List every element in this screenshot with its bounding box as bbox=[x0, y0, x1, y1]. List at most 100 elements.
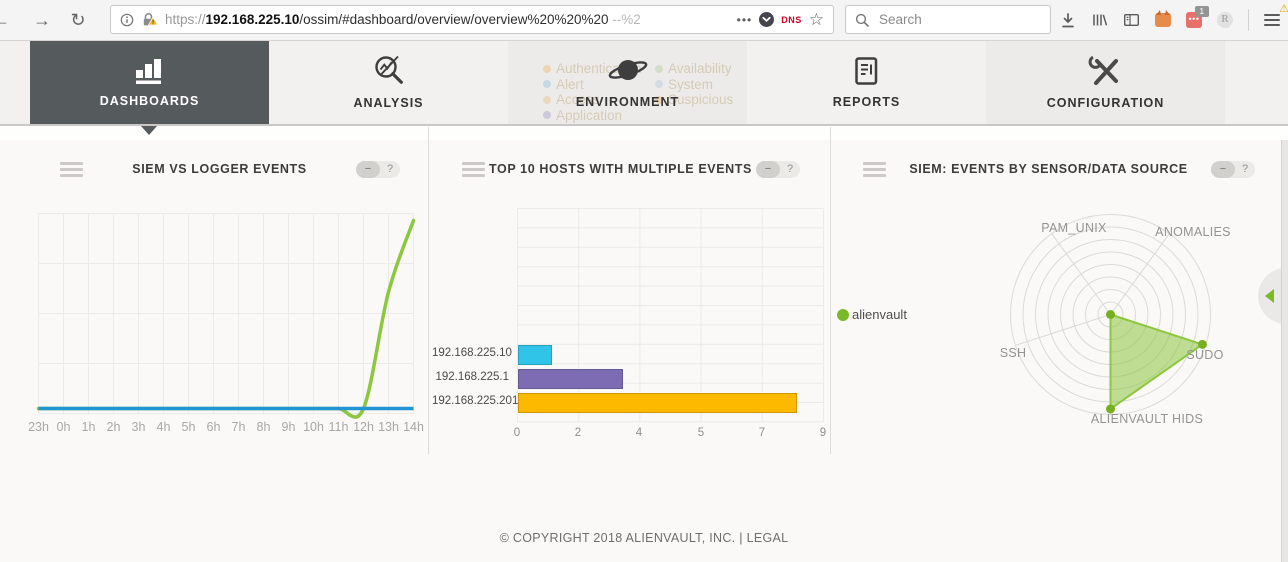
search-icon bbox=[855, 13, 869, 27]
x-tick: 2 bbox=[574, 427, 582, 439]
panel-title: SIEM VS LOGGER EVENTS bbox=[132, 162, 307, 176]
help-button[interactable]: ? bbox=[1235, 163, 1255, 175]
tab-label: DASHBOARDS bbox=[99, 94, 200, 108]
x-tick: 0 bbox=[513, 427, 521, 439]
panel-header: SIEM VS LOGGER EVENTS − ? bbox=[30, 154, 426, 184]
radar-axis-label: ANOMALIES bbox=[1155, 225, 1231, 239]
panel-top-hosts: TOP 10 HOSTS WITH MULTIPLE EVENTS − ? 19… bbox=[432, 140, 826, 470]
legend-dot bbox=[837, 308, 849, 321]
radar-chart bbox=[1010, 214, 1211, 415]
url-suffix: --%2 bbox=[608, 12, 641, 27]
tab-analysis[interactable]: ANALYSIS bbox=[269, 40, 508, 124]
report-document-icon bbox=[855, 56, 878, 85]
main-nav: DASHBOARDS ANALYSIS ENVIRONMENT REPORTS … bbox=[0, 40, 1288, 126]
toolbar-icons: ••• 1 R ⚠ bbox=[1060, 0, 1288, 40]
saturn-planet-icon bbox=[608, 60, 647, 80]
bar-host-3 bbox=[518, 393, 797, 413]
download-icon[interactable] bbox=[1060, 12, 1076, 29]
library-icon[interactable] bbox=[1091, 12, 1108, 28]
tab-label: CONFIGURATION bbox=[1046, 96, 1165, 110]
url-scheme: https:// bbox=[165, 12, 206, 27]
red-extension-icon[interactable]: ••• 1 bbox=[1186, 6, 1209, 28]
tab-configuration[interactable]: CONFIGURATION bbox=[986, 40, 1225, 124]
copyright-text: © COPYRIGHT 2018 ALIENVAULT, INC. bbox=[499, 531, 736, 545]
minimize-button[interactable]: − bbox=[356, 160, 380, 178]
tab-label: ANALYSIS bbox=[353, 96, 424, 110]
line-chart bbox=[36, 213, 416, 419]
bar-host-1 bbox=[518, 345, 552, 365]
panel-controls: − ? bbox=[756, 160, 800, 178]
bar-host-2 bbox=[518, 369, 624, 389]
minimize-button[interactable]: − bbox=[756, 160, 780, 178]
pocket-icon[interactable] bbox=[759, 12, 775, 27]
browser-toolbar: ← → ↻ ⌂ https://192.168.225.10/ossim/#da… bbox=[0, 0, 1288, 41]
panel-controls: − ? bbox=[1211, 160, 1255, 178]
panel-title: SIEM: EVENTS BY SENSOR/DATA SOURCE bbox=[909, 162, 1188, 176]
x-tick: 4 bbox=[635, 427, 643, 439]
bar-category-label: 192.168.225.201 bbox=[432, 395, 519, 407]
help-button[interactable]: ? bbox=[780, 163, 800, 175]
analysis-magnifier-icon bbox=[375, 55, 403, 84]
menu-warning-icon: ⚠ bbox=[1279, 3, 1288, 15]
panel-header: TOP 10 HOSTS WITH MULTIPLE EVENTS − ? bbox=[432, 154, 826, 184]
footer: © COPYRIGHT 2018 ALIENVAULT, INC. | LEGA… bbox=[0, 531, 1288, 545]
legal-link[interactable]: LEGAL bbox=[747, 531, 789, 545]
arrow-left-icon bbox=[1265, 289, 1274, 303]
panel-controls: − ? bbox=[356, 160, 400, 178]
tools-icon bbox=[1088, 55, 1118, 85]
bar-chart-grid bbox=[517, 208, 824, 423]
toolbar-separator bbox=[1248, 9, 1249, 31]
url-text[interactable]: https://192.168.225.10/ossim/#dashboard/… bbox=[165, 12, 730, 27]
radar-axis-label: PAM_UNIX bbox=[1041, 221, 1107, 235]
x-tick: 9 bbox=[819, 427, 827, 439]
help-button[interactable]: ? bbox=[380, 163, 400, 175]
panel-title: TOP 10 HOSTS WITH MULTIPLE EVENTS bbox=[489, 162, 752, 176]
url-bar[interactable]: https://192.168.225.10/ossim/#dashboard/… bbox=[110, 5, 834, 34]
refresh-icon[interactable]: ↻ bbox=[64, 0, 92, 40]
bar-category-label: 192.168.225.10 bbox=[432, 347, 512, 359]
right-edge-strip bbox=[1281, 127, 1288, 562]
footer-separator: | bbox=[739, 531, 743, 545]
panel-menu-icon[interactable] bbox=[863, 159, 886, 180]
tab-label: ENVIRONMENT bbox=[575, 95, 680, 109]
bookmark-star-icon[interactable]: ☆ bbox=[809, 11, 824, 28]
radar-axis-label: SUDO bbox=[1186, 348, 1224, 362]
mixed-content-lock-icon[interactable] bbox=[141, 12, 159, 27]
sidebar-icon[interactable] bbox=[1123, 12, 1140, 28]
legend-label: alienvault bbox=[852, 307, 907, 322]
bar-chart-icon bbox=[136, 59, 161, 84]
tab-dashboards[interactable]: DASHBOARDS bbox=[30, 40, 269, 124]
panel-menu-icon[interactable] bbox=[60, 159, 83, 180]
radar-axis-label: ALIENVAULT HIDS bbox=[1090, 412, 1204, 426]
radar-axis-label: SSH bbox=[999, 346, 1027, 360]
bar-category-label: 192.168.225.1 bbox=[435, 371, 509, 383]
url-path: /ossim/#dashboard/overview/overview%20%2… bbox=[299, 12, 609, 27]
forward-icon[interactable]: → bbox=[28, 0, 56, 40]
url-domain: 192.168.225.10 bbox=[205, 12, 300, 27]
back-icon[interactable]: ← bbox=[0, 0, 15, 40]
info-icon[interactable] bbox=[120, 13, 134, 27]
panel-divider bbox=[428, 127, 429, 454]
search-bar[interactable] bbox=[845, 5, 1051, 34]
x-tick: 7 bbox=[758, 427, 766, 439]
panel-divider bbox=[830, 127, 831, 454]
extension-icon-disabled[interactable]: R bbox=[1217, 12, 1233, 28]
tab-label: REPORTS bbox=[832, 94, 901, 109]
x-tick: 5 bbox=[697, 427, 705, 439]
x-axis-labels: 23h 0h 1h 2h 3h 4h 5h 6h 7h 8h 9h 10h 11… bbox=[28, 420, 424, 434]
search-input[interactable] bbox=[877, 11, 1031, 28]
panel-header: SIEM: EVENTS BY SENSOR/DATA SOURCE − ? bbox=[833, 154, 1281, 184]
panel-siem-vs-logger: SIEM VS LOGGER EVENTS − ? 23h 0h 1h 2h 3… bbox=[28, 140, 426, 470]
menu-icon[interactable]: ⚠ bbox=[1264, 3, 1288, 29]
fox-extension-icon[interactable] bbox=[1155, 10, 1171, 27]
panel-events-by-sensor: SIEM: EVENTS BY SENSOR/DATA SOURCE − ? a… bbox=[833, 140, 1281, 470]
nav-bottom-strip bbox=[0, 126, 1288, 140]
radar-legend: alienvault bbox=[837, 307, 907, 322]
minimize-button[interactable]: − bbox=[1211, 160, 1235, 178]
tab-reports[interactable]: REPORTS bbox=[747, 40, 986, 124]
page-actions-icon[interactable]: ••• bbox=[737, 13, 753, 27]
active-tab-notch bbox=[141, 126, 157, 135]
extension-badge: 1 bbox=[1195, 6, 1209, 17]
dns-badge[interactable]: DNS bbox=[781, 15, 802, 25]
panel-menu-icon[interactable] bbox=[462, 159, 485, 180]
